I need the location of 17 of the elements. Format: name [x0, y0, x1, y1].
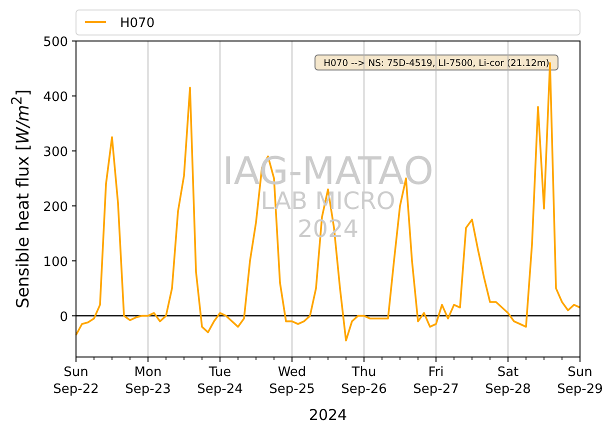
x-tick-label: Mon Sep-23 [125, 365, 171, 397]
x-tick-label: Sat Sep-28 [485, 365, 531, 397]
y-tick-label: 500 [43, 35, 68, 50]
x-tick-label: Sun Sep-22 [53, 365, 99, 397]
y-tick-label: 200 [43, 200, 68, 215]
legend-label: H070 [120, 16, 155, 31]
annotation-label: H070 --> NS: 75D-4519, LI-7500, Li-cor (21.12m) [314, 54, 558, 70]
x-tick-label: Tue Sep-24 [197, 365, 243, 397]
y-tick-label: 0 [60, 310, 68, 325]
y-tick-label: 100 [43, 254, 68, 270]
x-tick-label: Wed Sep-25 [269, 365, 315, 397]
y-tick-label: 400 [43, 90, 68, 105]
x-tick-label: Fri Sep-27 [413, 365, 459, 397]
y-tick-label: 300 [43, 144, 68, 160]
x-tick-label: Sun Sep-29 [557, 365, 603, 397]
x-axis-title: 2024 [308, 406, 348, 424]
x-tick-label: Thu Sep-26 [341, 365, 387, 397]
